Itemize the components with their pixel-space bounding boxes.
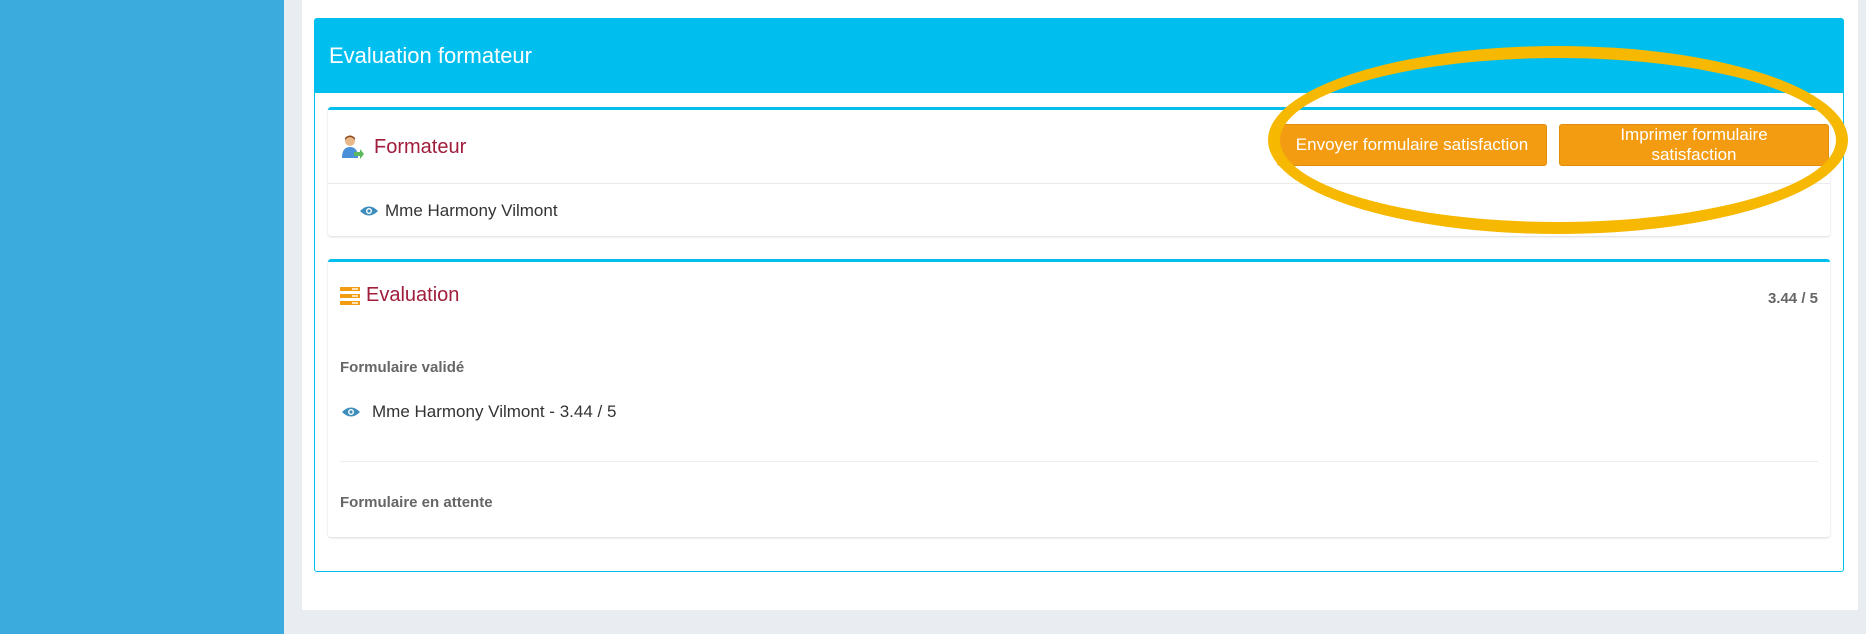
sidebar	[0, 0, 284, 634]
panel-title: Evaluation formateur	[315, 19, 1843, 93]
formateur-title: Formateur	[340, 134, 466, 160]
validated-form-row[interactable]: Mme Harmony Vilmont - 3.44 / 5	[342, 402, 616, 422]
validated-score: 3.44 / 5	[559, 402, 617, 421]
validated-person-name[interactable]: Mme Harmony Vilmont	[372, 402, 545, 422]
formateur-title-text: Formateur	[374, 135, 467, 158]
send-satisfaction-form-button[interactable]: Envoyer formulaire satisfaction	[1277, 124, 1547, 166]
formateur-person-row[interactable]: Mme Harmony Vilmont	[360, 201, 558, 221]
evaluation-formateur-panel: Evaluation formateur Formateur Envoyer f…	[314, 18, 1844, 572]
print-satisfaction-form-button[interactable]: Imprimer formulaire satisfaction	[1559, 124, 1829, 166]
validated-form-label: Formulaire validé	[340, 359, 465, 376]
main-content: Evaluation formateur Formateur Envoyer f…	[302, 0, 1858, 610]
evaluation-score: 3.44 / 5	[1767, 290, 1818, 307]
evaluation-box: Evaluation 3.44 / 5 Formulaire validé Mm…	[328, 259, 1830, 537]
eye-icon[interactable]	[360, 205, 378, 217]
eye-icon[interactable]	[342, 406, 360, 418]
formateur-box-header: Formateur Envoyer formulaire satisfactio…	[328, 110, 1830, 184]
pending-form-label: Formulaire en attente	[340, 494, 493, 511]
formateur-person-name[interactable]: Mme Harmony Vilmont	[385, 201, 558, 221]
list-icon	[340, 286, 360, 305]
evaluation-title-text: Evaluation	[366, 284, 460, 306]
validated-separator: -	[544, 402, 560, 421]
formateur-box: Formateur Envoyer formulaire satisfactio…	[328, 107, 1830, 236]
divider	[340, 461, 1818, 462]
user-icon	[342, 135, 364, 159]
evaluation-title: Evaluation	[340, 284, 459, 307]
